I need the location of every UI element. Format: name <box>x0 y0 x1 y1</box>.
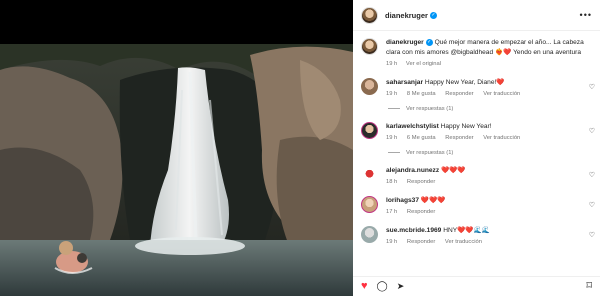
reply-button[interactable]: Responder <box>407 179 435 185</box>
caption-time[interactable]: 19 h <box>386 61 397 67</box>
avatar[interactable] <box>361 121 378 139</box>
comment-text: ❤️❤️❤️ <box>440 166 466 174</box>
avatar[interactable] <box>361 165 378 183</box>
post-side-panel: dianekruger ✓ ••• dianekruger ✓ Qué mejor… <box>353 0 600 296</box>
comment-item: lorihags37 ❤️❤️❤️ 17 h Responder ♡ <box>353 195 600 217</box>
see-translation-link[interactable]: Ver traducción <box>483 91 520 97</box>
comment-item: karlawelchstylist Happy New Year! 19 h 6… <box>353 121 600 143</box>
see-translation-link[interactable]: Ver traducción <box>445 239 482 245</box>
comment-username[interactable]: saharsanjar <box>386 79 423 86</box>
verified-icon: ✓ <box>429 11 437 19</box>
avatar[interactable] <box>361 77 378 95</box>
reply-button[interactable]: Responder <box>407 239 435 245</box>
reply-button[interactable]: Responder <box>445 135 473 141</box>
reply-button[interactable]: Responder <box>407 209 435 215</box>
avatar[interactable] <box>361 225 378 243</box>
comment-like-icon[interactable]: ♡ <box>589 83 595 91</box>
more-options-icon[interactable]: ••• <box>580 10 592 20</box>
view-replies-button[interactable]: Ver respuestas (1) <box>388 150 600 156</box>
comment-like-icon[interactable]: ♡ <box>589 127 595 135</box>
avatar[interactable] <box>361 195 378 213</box>
comment-item: saharsanjar Happy New Year, Diane!❤️ 19 … <box>353 77 600 99</box>
comment-time[interactable]: 19 h <box>386 91 397 97</box>
see-original-link[interactable]: Ver el original <box>406 61 441 67</box>
comment-time[interactable]: 18 h <box>386 179 397 185</box>
post-caption: dianekruger ✓ Qué mejor manera de empezar… <box>353 31 600 70</box>
comment-text: HNY❤️❤️🌊🌊 <box>443 226 490 234</box>
comment-likes[interactable]: 6 Me gusta <box>407 135 436 141</box>
comment-likes[interactable]: 8 Me gusta <box>407 91 436 97</box>
comment-time[interactable]: 17 h <box>386 209 397 215</box>
comment-time[interactable]: 19 h <box>386 135 397 141</box>
comment-item: sue.mcbride.1969 HNY❤️❤️🌊🌊 19 h Responde… <box>353 225 600 247</box>
view-replies-button[interactable]: Ver respuestas (1) <box>388 106 600 112</box>
avatar[interactable] <box>361 6 378 24</box>
reply-button[interactable]: Responder <box>445 91 473 97</box>
comment-like-icon[interactable]: ♡ <box>589 231 595 239</box>
comment-like-icon[interactable]: ♡ <box>589 171 595 179</box>
save-icon[interactable]: ⌑ <box>586 281 592 292</box>
verified-icon: ✓ <box>425 38 433 46</box>
like-icon[interactable]: ♥ <box>361 281 368 292</box>
comment-username[interactable]: sue.mcbride.1969 <box>386 227 441 234</box>
comment-text: Happy New Year! <box>440 122 492 130</box>
comment-username[interactable]: karlawelchstylist <box>386 123 439 130</box>
comment-item: alejandra.nunezz ❤️❤️❤️ 18 h Responder ♡ <box>353 165 600 187</box>
share-icon[interactable]: ➤ <box>397 282 405 291</box>
header-username[interactable]: dianekruger <box>385 11 428 20</box>
see-translation-link[interactable]: Ver traducción <box>483 135 520 141</box>
post-header: dianekruger ✓ ••• <box>353 0 600 31</box>
caption-username[interactable]: dianekruger <box>386 39 424 46</box>
comment-username[interactable]: alejandra.nunezz <box>386 167 439 174</box>
avatar[interactable] <box>361 38 378 55</box>
comment-icon[interactable]: ◯ <box>377 281 388 292</box>
comment-like-icon[interactable]: ♡ <box>589 201 595 209</box>
comment-text: ❤️❤️❤️ <box>420 196 446 204</box>
comment-text: Happy New Year, Diane!❤️ <box>424 78 505 86</box>
comment-time[interactable]: 19 h <box>386 239 397 245</box>
waterfall-photo <box>0 0 353 296</box>
post-image[interactable] <box>0 0 353 296</box>
comment-username[interactable]: lorihags37 <box>386 197 419 204</box>
action-bar: ♥ ◯ ➤ ⌑ <box>353 276 600 296</box>
